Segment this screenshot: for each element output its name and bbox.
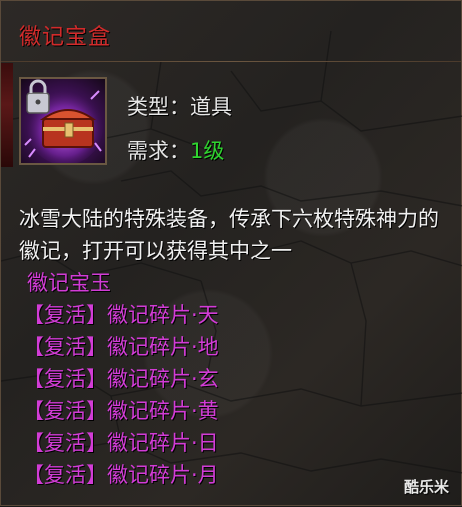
contents-list: 徽记宝玉 【复活】徽记碎片·天 【复活】徽记碎片·地 【复活】徽记碎片·玄 【复…: [23, 267, 219, 491]
side-decoration: [1, 63, 13, 167]
content-item-fragment-xuan: 【复活】徽记碎片·玄: [23, 367, 219, 391]
locked-treasure-chest-icon: [24, 79, 103, 163]
item-tooltip: 徽记宝盒 类型：道具 需求：1级 冰雪大陆的特殊装备，传承下六枚特殊神力的徽记，…: [0, 0, 462, 506]
content-item-fragment-huang: 【复活】徽记碎片·黄: [23, 399, 219, 423]
item-title: 徽记宝盒: [19, 25, 112, 50]
title-divider: [1, 61, 461, 62]
content-item-fragment-ri: 【复活】徽记碎片·日: [23, 431, 219, 455]
content-item-fragment-tian: 【复活】徽记碎片·天: [23, 303, 219, 327]
type-value: 道具: [190, 95, 232, 119]
content-item-emblem-jade: 徽记宝玉: [27, 271, 111, 295]
requirement-label: 需求：: [127, 139, 190, 163]
content-item-fragment-yue: 【复活】徽记碎片·月: [23, 463, 219, 487]
item-requirement: 需求：1级: [127, 135, 224, 165]
type-label: 类型：: [127, 95, 190, 119]
content-item-fragment-di: 【复活】徽记碎片·地: [23, 335, 219, 359]
item-type: 类型：道具: [127, 91, 232, 121]
item-description: 冰雪大陆的特殊装备，传承下六枚特殊神力的徽记，打开可以获得其中之一: [19, 207, 439, 263]
site-watermark: 酷乐米: [403, 478, 449, 496]
item-icon-slot[interactable]: [19, 77, 107, 165]
requirement-level: 1级: [190, 139, 225, 163]
